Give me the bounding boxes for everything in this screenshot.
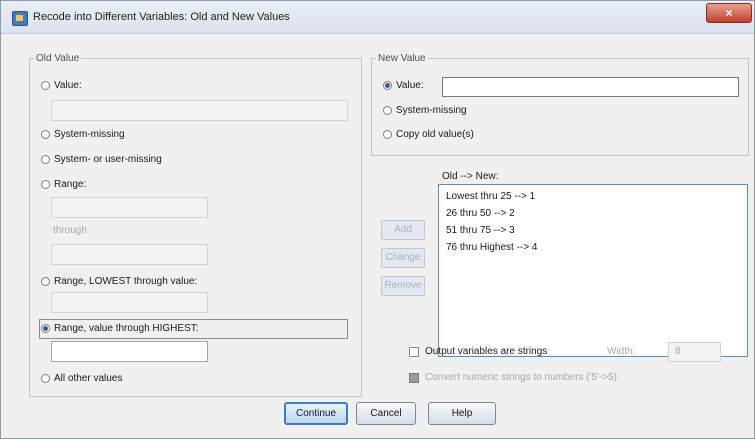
old-value-input[interactable]: [51, 100, 348, 121]
radio-indicator: [41, 324, 50, 333]
through-label: through: [53, 225, 87, 236]
output-strings-label: Output variables are strings: [425, 346, 548, 357]
list-item[interactable]: 76 thru Highest --> 4: [446, 242, 537, 253]
help-button[interactable]: Help: [428, 402, 496, 425]
change-button[interactable]: Change: [381, 248, 425, 268]
range-from-input[interactable]: [51, 197, 208, 218]
recode-values-dialog: Recode into Different Variables: Old and…: [0, 0, 755, 439]
radio-indicator: [41, 374, 50, 383]
old-range-radio[interactable]: Range:: [41, 179, 86, 190]
old-new-listbox[interactable]: Lowest thru 25 --> 1 26 thru 50 --> 2 51…: [438, 184, 748, 357]
cancel-button[interactable]: Cancel: [356, 402, 416, 425]
radio-indicator: [41, 130, 50, 139]
old-system-missing-label: System-missing: [54, 129, 125, 140]
close-button[interactable]: ×: [706, 3, 752, 23]
width-value: 8: [675, 346, 681, 357]
convert-numeric-checkbox[interactable]: [409, 373, 419, 383]
radio-indicator: [383, 130, 392, 139]
range-lowest-label: Range, LOWEST through value:: [54, 276, 198, 287]
copy-old-value-radio[interactable]: Copy old value(s): [383, 129, 474, 140]
convert-numeric-label: Convert numeric strings to numbers ('5'-…: [425, 372, 617, 383]
old-system-user-missing-label: System- or user-missing: [54, 154, 162, 165]
radio-indicator: [41, 180, 50, 189]
old-system-user-missing-radio[interactable]: System- or user-missing: [41, 154, 162, 165]
old-value-radio[interactable]: Value:: [41, 80, 82, 91]
range-lowest-radio[interactable]: Range, LOWEST through value:: [41, 276, 197, 287]
radio-indicator: [383, 106, 392, 115]
range-lowest-input[interactable]: [51, 292, 208, 313]
output-strings-checkbox[interactable]: [409, 347, 419, 357]
radio-indicator: [383, 81, 392, 90]
old-range-label: Range:: [54, 179, 87, 190]
radio-indicator: [41, 81, 50, 90]
app-icon: [12, 11, 28, 26]
remove-button[interactable]: Remove: [381, 276, 425, 296]
all-other-values-label: All other values: [54, 373, 123, 384]
range-highest-radio[interactable]: Range, value through HIGHEST:: [41, 323, 199, 334]
width-input[interactable]: 8: [668, 342, 721, 362]
add-button[interactable]: Add: [381, 220, 425, 240]
radio-indicator: [41, 277, 50, 286]
radio-indicator: [41, 155, 50, 164]
new-system-missing-label: System-missing: [396, 105, 467, 116]
all-other-values-radio[interactable]: All other values: [41, 373, 122, 384]
list-item[interactable]: Lowest thru 25 --> 1: [446, 191, 535, 202]
new-value-label: Value:: [396, 80, 424, 91]
range-to-input[interactable]: [51, 244, 208, 265]
continue-button[interactable]: Continue: [284, 402, 348, 425]
new-system-missing-radio[interactable]: System-missing: [383, 105, 467, 116]
window-title: Recode into Different Variables: Old and…: [33, 11, 290, 23]
old-value-label: Value:: [54, 80, 82, 91]
old-value-legend: Old Value: [36, 53, 80, 64]
list-item[interactable]: 26 thru 50 --> 2: [446, 208, 515, 219]
new-value-radio[interactable]: Value:: [383, 80, 424, 91]
list-item[interactable]: 51 thru 75 --> 3: [446, 225, 515, 236]
copy-old-value-label: Copy old value(s): [396, 129, 474, 140]
range-highest-label: Range, value through HIGHEST:: [54, 323, 199, 334]
width-label: Width:: [607, 346, 636, 357]
new-value-input[interactable]: [442, 77, 739, 97]
range-highest-input[interactable]: [51, 341, 208, 362]
old-new-list-label: Old --> New:: [442, 171, 499, 182]
new-value-legend: New Value: [378, 53, 426, 64]
old-system-missing-radio[interactable]: System-missing: [41, 129, 125, 140]
title-bar[interactable]: Recode into Different Variables: Old and…: [1, 1, 754, 34]
